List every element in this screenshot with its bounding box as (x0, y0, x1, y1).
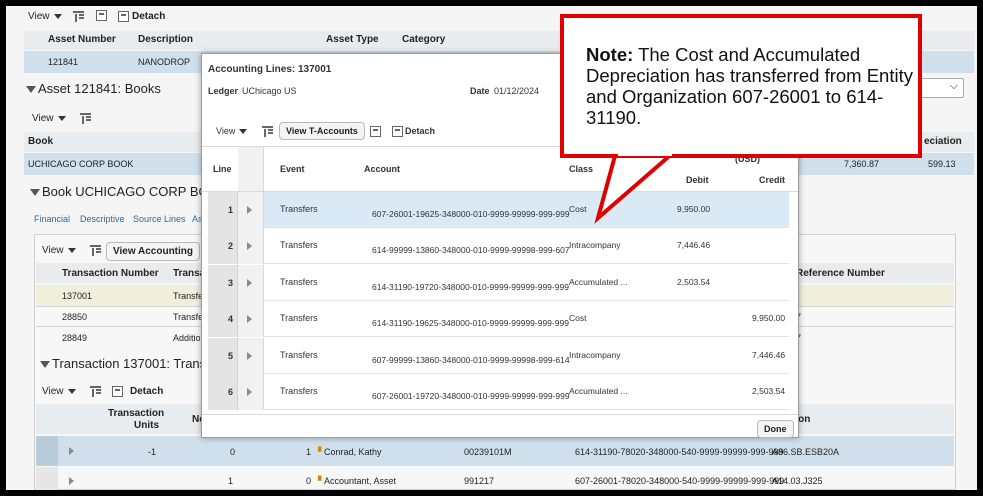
note-text: Note: The Cost and Accumulated Depreciat… (586, 44, 916, 128)
callout-tail (594, 150, 680, 224)
note-body: The Cost and Accumulated Depreciation ha… (586, 44, 913, 128)
note-label: Note: (586, 44, 634, 65)
callout-tail-joint (618, 152, 672, 156)
note-callout: Note: The Cost and Accumulated Depreciat… (560, 14, 922, 158)
screenshot-frame: View Detach Asset Number Description Ass… (6, 6, 977, 490)
